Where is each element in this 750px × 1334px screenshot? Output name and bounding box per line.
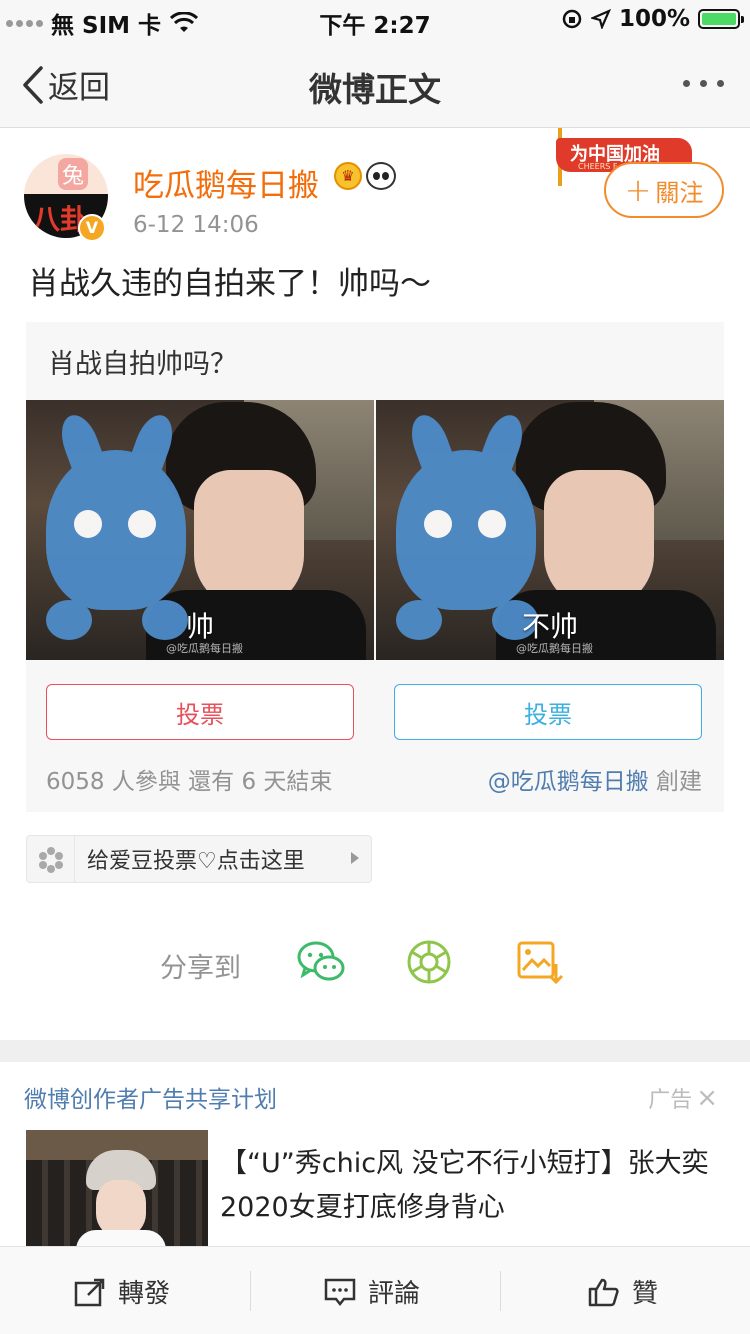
ad-plan-link[interactable]: 微博创作者广告共享计划 xyxy=(24,1080,277,1114)
idol-vote-link[interactable]: 给爱豆投票♡点击这里 xyxy=(26,835,372,883)
poll-card: 肖战自拍帅吗？ 帅 @吃瓜鹅每日搬 不帅 @吃瓜鹅每日搬 投票 投票 6058 … xyxy=(26,322,724,812)
share-icon xyxy=(74,1278,105,1306)
more-menu-icon[interactable] xyxy=(683,80,724,87)
fox-sticker-icon xyxy=(396,409,538,640)
ad-title[interactable]: 【“U”秀chic风 没它不行小短打】张大奕2020女夏打底修身背心 xyxy=(220,1142,720,1230)
poll-creator: @吃瓜鹅每日搬 創建 xyxy=(488,762,702,796)
repost-button[interactable]: 轉發 xyxy=(74,1273,170,1310)
like-label: 贊 xyxy=(632,1279,659,1309)
close-icon[interactable]: × xyxy=(696,1085,718,1111)
moments-share-icon[interactable] xyxy=(404,938,454,986)
poll-creator-link[interactable]: @吃瓜鹅每日搬 xyxy=(488,769,649,795)
comment-label: 評論 xyxy=(368,1279,421,1309)
save-image-icon[interactable] xyxy=(514,938,564,986)
poll-creator-suffix: 創建 xyxy=(648,769,702,795)
like-button[interactable]: 贊 xyxy=(588,1273,658,1310)
fox-sticker-icon xyxy=(46,409,188,640)
image-watermark: @吃瓜鹅每日搬 xyxy=(516,642,593,655)
username-link[interactable]: 吃瓜鹅每日搬 xyxy=(133,160,319,205)
panda-badge-icon[interactable] xyxy=(366,162,396,190)
post-body-text: 肖战久违的自拍来了！帅吗～ xyxy=(28,266,431,302)
vote-button-option-2[interactable]: 投票 xyxy=(394,684,702,740)
thumbs-up-icon xyxy=(588,1278,619,1306)
plus-icon: + xyxy=(624,171,652,209)
post-timestamp: 6-12 14:06 xyxy=(133,212,259,238)
ad-image[interactable] xyxy=(26,1130,208,1250)
avatar-badge: 兔 xyxy=(58,158,89,190)
status-right: 100% xyxy=(561,6,744,32)
share-label: 分享到 xyxy=(160,953,241,984)
flower-icon xyxy=(27,836,75,882)
follow-label: 關注 xyxy=(655,178,704,207)
divider xyxy=(500,1271,501,1311)
page-title: 微博正文 xyxy=(309,70,441,109)
image-watermark: @吃瓜鹅每日搬 xyxy=(166,642,243,655)
nav-bar: 返回 微博正文 xyxy=(0,40,750,128)
poll-option-label: 不帅 xyxy=(521,610,578,643)
battery-percent: 100% xyxy=(618,6,690,32)
divider xyxy=(250,1271,251,1311)
vote-button-option-1[interactable]: 投票 xyxy=(46,684,354,740)
comment-icon xyxy=(324,1278,356,1306)
repost-label: 轉發 xyxy=(118,1279,171,1309)
ad-tag: 广告 × xyxy=(648,1082,718,1114)
bottom-action-bar: 轉發 評論 贊 xyxy=(0,1246,750,1334)
battery-icon xyxy=(698,9,744,29)
poll-option-image-2[interactable]: 不帅 @吃瓜鹅每日搬 xyxy=(376,400,724,660)
status-bar: 無 SIM 卡 下午 2:27 100% xyxy=(0,0,750,40)
user-badges: ♛ xyxy=(334,162,396,190)
poll-question: 肖战自拍帅吗？ xyxy=(48,349,237,380)
verified-badge-icon: V xyxy=(78,214,106,242)
section-divider xyxy=(0,1040,750,1062)
wechat-share-icon[interactable] xyxy=(296,938,346,986)
weibo-post-page: 無 SIM 卡 下午 2:27 100% 返回 微博正文 八卦 兔 V 吃瓜鹅每… xyxy=(0,0,750,1334)
poll-option-image-1[interactable]: 帅 @吃瓜鹅每日搬 xyxy=(26,400,374,660)
chevron-right-icon xyxy=(351,852,359,864)
location-icon xyxy=(590,9,611,29)
ad-label: 广告 xyxy=(648,1088,693,1113)
orientation-lock-icon xyxy=(562,9,582,29)
poll-option-label: 帅 xyxy=(185,610,214,643)
poll-stats: 6058 人參與 還有 6 天結束 xyxy=(46,769,333,795)
idol-vote-text: 给爱豆投票♡点击这里 xyxy=(87,849,305,874)
crown-badge-icon[interactable]: ♛ xyxy=(334,162,362,190)
follow-button[interactable]: + 關注 xyxy=(604,162,724,218)
comment-button[interactable]: 評論 xyxy=(324,1273,420,1310)
